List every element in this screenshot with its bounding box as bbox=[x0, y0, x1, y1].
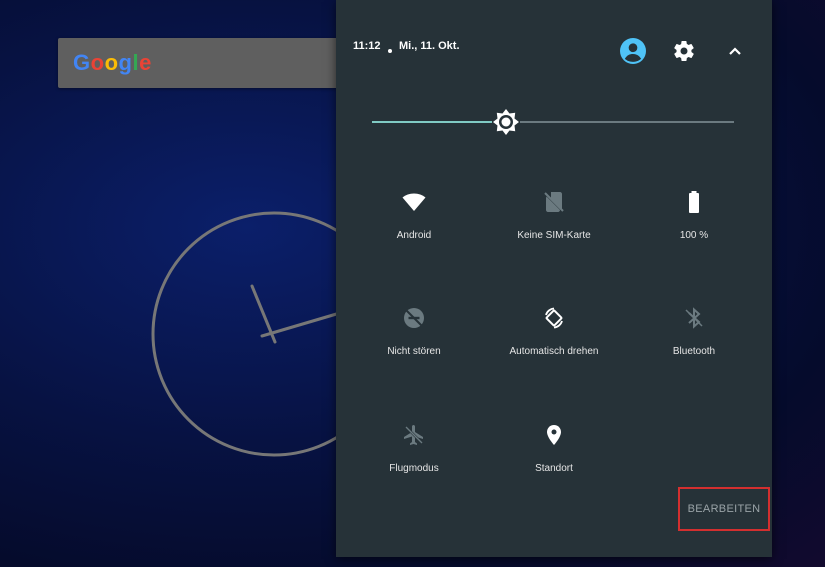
tile-airplane-mode[interactable]: Flugmodus bbox=[349, 423, 479, 493]
location-icon bbox=[547, 425, 561, 445]
brightness-slider[interactable] bbox=[372, 108, 734, 136]
battery-icon bbox=[689, 191, 699, 213]
no-sim-icon bbox=[544, 192, 564, 212]
tile-label: Standort bbox=[535, 463, 573, 474]
quick-settings-header: 11:12 Mi., 11. Okt. bbox=[336, 0, 772, 100]
tile-do-not-disturb[interactable]: Nicht stören bbox=[349, 306, 479, 376]
collapse-panel-button[interactable] bbox=[720, 36, 750, 66]
tile-battery[interactable]: 100 % bbox=[629, 190, 759, 260]
user-button[interactable] bbox=[618, 36, 648, 66]
tile-bluetooth[interactable]: Bluetooth bbox=[629, 306, 759, 376]
quick-settings-panel: 11:12 Mi., 11. Okt. Android Keine SIM-Ka… bbox=[336, 0, 772, 557]
tile-label: Flugmodus bbox=[389, 463, 439, 474]
tile-auto-rotate[interactable]: Automatisch drehen bbox=[489, 306, 619, 376]
bluetooth-icon bbox=[685, 307, 703, 329]
chevron-up-icon bbox=[729, 47, 741, 55]
google-search-widget[interactable]: Google bbox=[58, 38, 358, 88]
tile-label: 100 % bbox=[679, 230, 709, 241]
separator-dot bbox=[388, 49, 392, 53]
account-circle-icon bbox=[620, 38, 646, 64]
tile-label: Bluetooth bbox=[672, 346, 716, 357]
status-time: 11:12 bbox=[353, 40, 381, 52]
tile-label: Android bbox=[396, 230, 432, 241]
tile-location[interactable]: Standort bbox=[489, 423, 619, 493]
wifi-icon bbox=[402, 193, 426, 211]
tile-label: Nicht stören bbox=[387, 346, 441, 357]
tile-label: Keine SIM-Karte bbox=[517, 230, 591, 241]
settings-button[interactable] bbox=[669, 36, 699, 66]
brightness-track-filled bbox=[372, 121, 492, 123]
brightness-icon[interactable] bbox=[492, 108, 520, 136]
auto-rotate-icon bbox=[545, 307, 563, 329]
airplane-icon bbox=[404, 425, 423, 445]
do-not-disturb-icon bbox=[404, 308, 424, 328]
brightness-track bbox=[520, 121, 734, 123]
google-logo: Google bbox=[73, 50, 152, 75]
status-date[interactable]: Mi., 11. Okt. bbox=[399, 40, 460, 52]
edit-button[interactable]: BEARBEITEN bbox=[678, 487, 770, 531]
tile-sim[interactable]: Keine SIM-Karte bbox=[489, 190, 619, 260]
tile-wifi[interactable]: Android bbox=[349, 190, 479, 260]
gear-icon bbox=[674, 41, 694, 62]
tile-label: Automatisch drehen bbox=[509, 346, 599, 357]
